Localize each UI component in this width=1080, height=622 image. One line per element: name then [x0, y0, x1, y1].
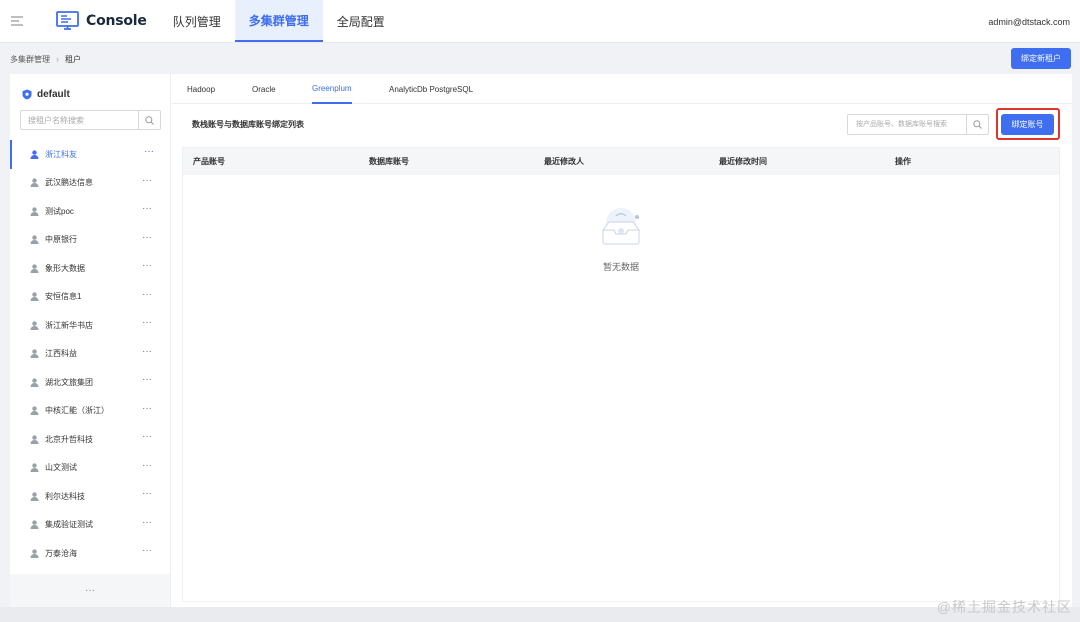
user-icon [30, 492, 39, 501]
cluster-name: default [37, 89, 70, 100]
tenant-more-button[interactable]: ··· [142, 460, 152, 470]
user-icon [30, 207, 39, 216]
account-search-button[interactable] [966, 115, 988, 134]
tenant-list-item[interactable]: 利尔达科技 ··· [10, 482, 170, 511]
column-db-account: 数据库账号 [369, 157, 409, 166]
user-icon [30, 463, 39, 473]
tenant-more-button[interactable]: ··· [142, 346, 152, 356]
tenant-list-item[interactable]: 山文测试 ··· [10, 454, 170, 483]
search-icon [973, 120, 982, 129]
user-icon [30, 549, 39, 558]
user-icon [30, 321, 39, 330]
column-last-modifier: 最近修改人 [544, 157, 584, 166]
tenant-list-item[interactable]: 测试poc ··· [10, 197, 170, 226]
console-logo-icon [56, 11, 79, 30]
app-name: Console [86, 13, 147, 29]
breadcrumb-separator-icon: › [56, 54, 59, 64]
table-header: 产品账号 数据库账号 最近修改人 最近修改时间 操作 [183, 148, 1059, 175]
breadcrumb-item-tenant: 租户 [65, 54, 81, 64]
column-actions: 操作 [895, 157, 911, 166]
search-icon [145, 115, 154, 125]
tenant-list-item[interactable]: 武汉鹏达信息 ··· [10, 169, 170, 198]
tenant-sidebar: default 浙江科友···武汉鹏达信息···测试poc···中原银行···象… [10, 74, 171, 607]
tenant-more-button[interactable]: ··· [142, 432, 152, 442]
tenant-more-button[interactable]: ··· [142, 546, 152, 556]
tenant-list-item[interactable]: 集成验证测试 ··· [10, 511, 170, 540]
user-icon [30, 264, 39, 273]
tenant-more-button[interactable]: ··· [142, 517, 152, 527]
tenant-more-button[interactable]: ··· [144, 147, 154, 157]
tenant-list-item[interactable]: 浙江新华书店 ··· [10, 311, 170, 340]
sidebar-more-indicator[interactable]: ··· [10, 574, 170, 607]
menu-toggle-icon[interactable] [0, 0, 34, 42]
user-icon [30, 292, 39, 302]
user-account[interactable]: admin@dtstack.com [988, 0, 1070, 43]
watermark: @稀土掘金技术社区 [936, 599, 1072, 615]
bind-account-button[interactable]: 绑定账号 [1001, 114, 1054, 135]
user-icon [30, 235, 39, 245]
user-icon [30, 378, 39, 387]
tenant-list-item[interactable]: 江西科益 ··· [10, 340, 170, 369]
binding-table: 产品账号 数据库账号 最近修改人 最近修改时间 操作 暂无数据 [182, 147, 1060, 602]
tenant-more-button[interactable]: ··· [142, 232, 152, 242]
cluster-title: default [22, 89, 70, 100]
tenant-list-item[interactable]: 浙江科友 ··· [10, 140, 170, 169]
breadcrumb-item-multi-cluster[interactable]: 多集群管理 [10, 54, 50, 65]
tenant-more-button[interactable]: ··· [142, 175, 152, 185]
app-logo[interactable]: Console [56, 11, 147, 31]
user-icon [30, 150, 39, 159]
empty-text: 暂无数据 [602, 262, 639, 272]
main-content: Hadoop Oracle Greenplum AnalyticDb Postg… [172, 74, 1072, 607]
tenant-search-button[interactable] [138, 111, 160, 129]
top-header: Console 队列管理 多集群管理 全局配置 admin@dtstack.co… [0, 0, 1080, 43]
nav-multi-cluster-management[interactable]: 多集群管理 [234, 0, 323, 42]
tenant-list-item[interactable]: 中核汇能（浙江） ··· [10, 397, 170, 426]
nav-queue-management[interactable]: 队列管理 [159, 0, 235, 42]
empty-state: 暂无数据 [183, 176, 1059, 602]
tab-hadoop[interactable]: Hadoop [187, 74, 215, 104]
tab-greenplum[interactable]: Greenplum [312, 74, 352, 104]
bind-new-tenant-button[interactable]: 绑定新租户 [1011, 48, 1071, 69]
user-icon [30, 435, 39, 444]
tenant-search-input[interactable] [21, 111, 138, 129]
column-product-account: 产品账号 [193, 157, 225, 166]
tenant-more-button[interactable]: ··· [142, 261, 152, 271]
tenant-more-button[interactable]: ··· [142, 489, 152, 499]
tenant-list-item[interactable]: 北京升哲科技 ··· [10, 425, 170, 454]
tenant-more-button[interactable]: ··· [142, 289, 152, 299]
engine-tabs: Hadoop Oracle Greenplum AnalyticDb Postg… [172, 74, 1072, 104]
tenant-list-item[interactable]: 万泰沧海 ··· [10, 539, 170, 568]
bottom-strip [0, 607, 1080, 622]
user-icon [30, 520, 39, 530]
empty-data-icon [602, 208, 640, 245]
tenant-more-button[interactable]: ··· [142, 375, 152, 385]
tenant-list-item[interactable]: 中原银行 ··· [10, 226, 170, 255]
tab-oracle[interactable]: Oracle [252, 74, 276, 104]
tenant-more-button[interactable]: ··· [142, 204, 152, 214]
tenant-search [20, 110, 161, 130]
tab-analyticdb-postgresql[interactable]: AnalyticDb PostgreSQL [389, 74, 473, 104]
shield-icon [22, 89, 32, 100]
tenant-list-item[interactable]: 安恒信息1 ··· [10, 283, 170, 312]
nav-global-config[interactable]: 全局配置 [323, 0, 399, 42]
content-panel: default 浙江科友···武汉鹏达信息···测试poc···中原银行···象… [10, 74, 1072, 607]
column-last-modified-time: 最近修改时间 [719, 157, 767, 166]
user-icon [30, 406, 39, 416]
tenant-list: 浙江科友 ··· 武汉鹏达信息 ··· 测试poc ··· 中原银行 ··· 象形大数据 ··· 安… [10, 140, 170, 568]
account-search-input[interactable] [848, 115, 966, 134]
binding-list-title: 数栈账号与数据库账号绑定列表 [192, 120, 304, 129]
user-icon [30, 178, 39, 188]
tenant-more-button[interactable]: ··· [142, 318, 152, 328]
tenant-list-item[interactable]: 湖北文旅集团 ··· [10, 368, 170, 397]
main-nav: 队列管理 多集群管理 全局配置 [159, 0, 399, 42]
account-search [847, 114, 989, 135]
tenant-more-button[interactable]: ··· [142, 403, 152, 413]
breadcrumb: 多集群管理 › 租户 [0, 44, 1080, 74]
tenant-list-item[interactable]: 象形大数据 ··· [10, 254, 170, 283]
user-icon [30, 349, 39, 359]
